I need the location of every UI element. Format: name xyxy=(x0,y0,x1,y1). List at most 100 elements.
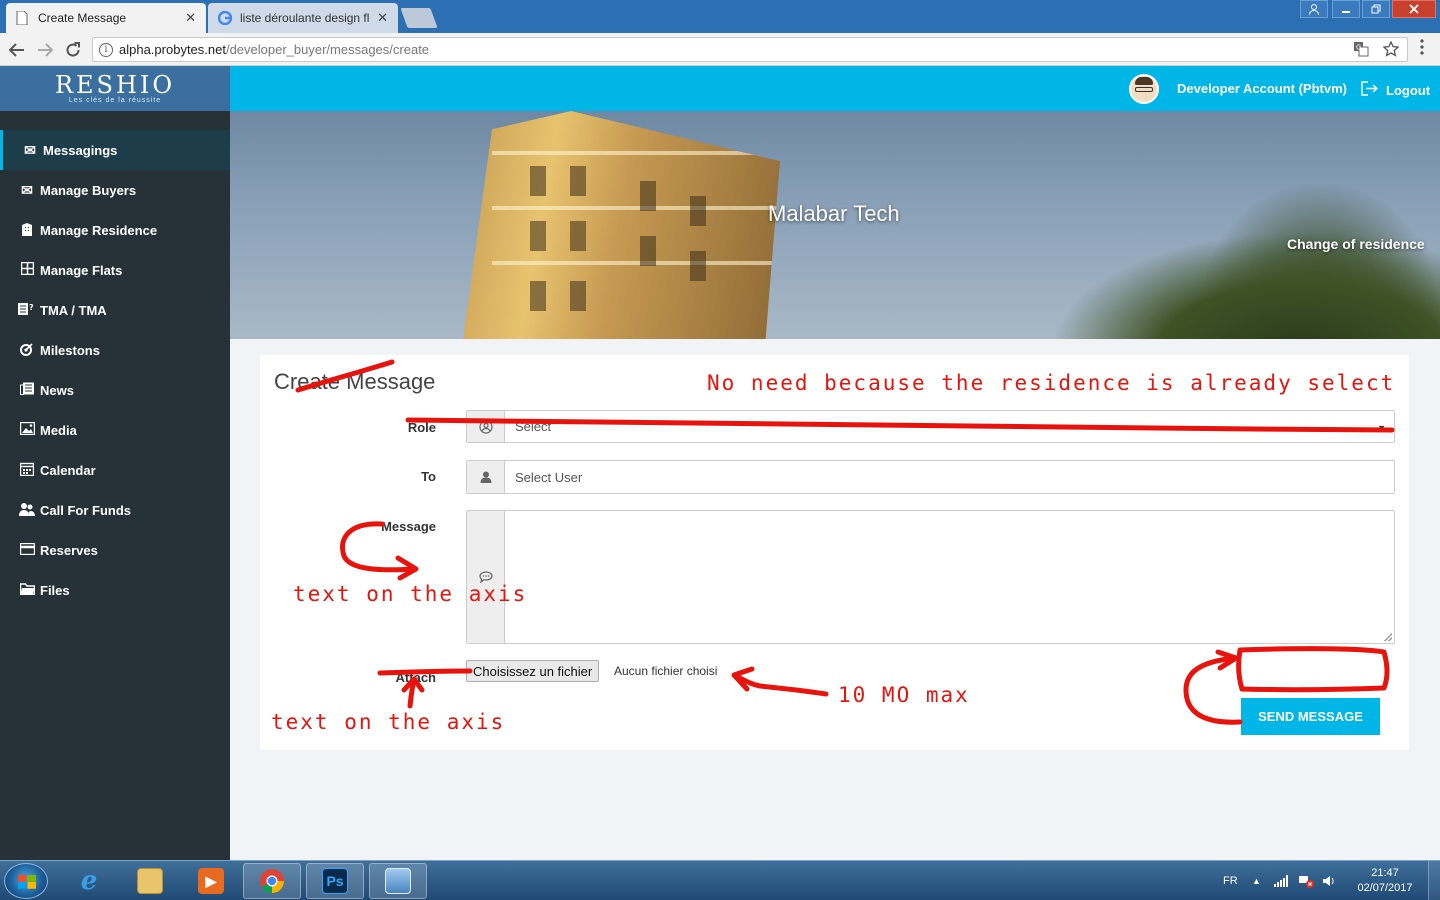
clock-date: 02/07/2017 xyxy=(1357,882,1413,894)
sidebar-item-label: Manage Flats xyxy=(40,262,123,278)
annotation-residence-note: No need because the residence is already… xyxy=(707,371,1396,395)
logout-label: Logout xyxy=(1386,83,1431,98)
role-select[interactable]: Select ▼ xyxy=(466,410,1395,443)
sidebar-item-tma[interactable]: ? TMA / TMA xyxy=(0,290,230,330)
tma-icon: ? xyxy=(18,302,36,319)
envelope-icon: ✉ xyxy=(21,181,33,198)
annotation-message-axis: text on the axis xyxy=(293,582,528,606)
new-tab-button[interactable] xyxy=(400,8,438,28)
browser-tab-google[interactable]: liste déroulante design fl ✕ xyxy=(208,3,398,33)
sidebar-item-news[interactable]: News xyxy=(0,370,230,410)
restore-icon[interactable] xyxy=(1362,0,1390,18)
sidebar-item-manage-flats[interactable]: Manage Flats xyxy=(0,250,230,290)
sidebar-item-call-for-funds[interactable]: Call For Funds xyxy=(0,490,230,530)
image-viewer-icon xyxy=(385,868,411,894)
taskbar-explorer[interactable] xyxy=(121,863,179,899)
browser-tab-strip: Create Message ✕ liste déroulante design… xyxy=(0,0,1440,33)
message-textarea[interactable] xyxy=(466,510,1395,644)
sidebar-item-files[interactable]: Files xyxy=(0,570,230,610)
attach-label: Attach xyxy=(395,670,436,685)
sidebar-item-label: Manage Residence xyxy=(40,222,158,238)
sidebar-item-manage-residence[interactable]: Manage Residence xyxy=(0,210,230,250)
reload-icon[interactable] xyxy=(62,39,84,61)
avatar[interactable] xyxy=(1129,74,1159,104)
show-desktop-button[interactable] xyxy=(1428,861,1440,900)
windows-logo-icon xyxy=(18,875,36,889)
page-title: Create Message xyxy=(274,369,436,394)
bookmark-star-icon[interactable] xyxy=(1382,40,1400,60)
sidebar-item-label: Milestons xyxy=(40,342,100,358)
annotation-file-size: 10 MO max xyxy=(838,683,970,707)
taskbar-media-player[interactable]: ▶ xyxy=(182,863,240,899)
message-label: Message xyxy=(381,519,436,534)
send-message-button[interactable]: SEND MESSAGE xyxy=(1241,698,1380,735)
translate-icon[interactable]: G xyxy=(1353,41,1369,60)
taskbar-ie[interactable]: e xyxy=(60,863,118,899)
url-host: alpha.probytes.net xyxy=(119,42,226,57)
os-taskbar: e ▶ Ps FR ▲ 21:47 02/07/2017 xyxy=(0,860,1440,900)
create-message-card: Create Message Role Select ▼ To Select U… xyxy=(260,355,1409,750)
to-select[interactable]: Select User xyxy=(466,460,1395,494)
taskbar-image-viewer[interactable] xyxy=(369,863,427,899)
show-hidden-icons[interactable]: ▲ xyxy=(1252,861,1261,900)
sidebar-item-reserves[interactable]: Reserves xyxy=(0,530,230,570)
resize-handle[interactable] xyxy=(1384,633,1392,641)
user-icon xyxy=(467,461,505,493)
app-logo[interactable]: RESHIO Les clés de la réussite xyxy=(0,66,230,111)
choose-file-button[interactable]: Choisissez un fichier xyxy=(466,660,600,682)
change-residence-link[interactable]: Change of residence xyxy=(1287,236,1425,252)
logo-text: RESHIO xyxy=(54,71,176,99)
sidebar-item-milestons[interactable]: Milestons xyxy=(0,330,230,370)
volume-icon[interactable] xyxy=(1323,861,1337,900)
role-select-value: Select xyxy=(515,419,552,434)
browser-tab-create-message[interactable]: Create Message ✕ xyxy=(6,3,206,33)
sidebar: RESHIO Les clés de la réussite ✉ Messagi… xyxy=(0,66,230,860)
internet-explorer-icon: e xyxy=(80,866,98,896)
comment-icon xyxy=(467,511,505,643)
logout-link[interactable]: Logout xyxy=(1361,81,1430,100)
address-bar[interactable]: i alpha.probytes.net/developer_buyer/mes… xyxy=(92,37,1408,62)
image-icon xyxy=(18,421,36,438)
role-label: Role xyxy=(407,420,436,435)
sidebar-item-messagings[interactable]: ✉ Messagings xyxy=(0,130,230,170)
tab-close-icon[interactable]: ✕ xyxy=(377,10,388,26)
media-player-icon: ▶ xyxy=(198,868,224,894)
action-center-icon[interactable] xyxy=(1299,861,1314,900)
tab-title: Create Message xyxy=(38,11,127,25)
sidebar-item-label: Manage Buyers xyxy=(40,182,137,198)
info-icon[interactable]: i xyxy=(99,42,113,57)
browser-menu-icon[interactable] xyxy=(1414,39,1430,61)
reserves-icon xyxy=(18,542,36,558)
clock-time: 21:47 xyxy=(1371,867,1399,879)
newspaper-icon xyxy=(18,382,36,398)
logout-icon xyxy=(1361,81,1379,100)
back-arrow-icon[interactable] xyxy=(6,39,28,61)
page-icon xyxy=(16,10,30,26)
file-explorer-icon xyxy=(137,868,163,894)
sidebar-item-label: Messagings xyxy=(43,142,118,158)
tab-title: liste déroulante design fl xyxy=(240,11,370,25)
taskbar-photoshop[interactable]: Ps xyxy=(306,863,364,899)
logo-tagline: Les clés de la réussite xyxy=(68,97,162,104)
milestone-icon xyxy=(18,342,36,359)
chrome-icon xyxy=(259,868,285,894)
sidebar-item-media[interactable]: Media xyxy=(0,410,230,450)
sidebar-item-label: Reserves xyxy=(40,542,98,558)
tab-close-icon[interactable]: ✕ xyxy=(185,10,196,26)
annotation-attach-axis: text on the axis xyxy=(271,710,506,734)
clock[interactable]: 21:47 02/07/2017 xyxy=(1350,866,1420,896)
account-name[interactable]: Developer Account (Pbtvm) xyxy=(1177,81,1347,96)
sidebar-item-label: News xyxy=(40,382,74,398)
language-indicator[interactable]: FR xyxy=(1223,861,1238,900)
close-window-icon[interactable] xyxy=(1392,0,1436,18)
sidebar-item-manage-buyers[interactable]: ✉ Manage Buyers xyxy=(0,170,230,210)
to-label: To xyxy=(421,469,436,484)
taskbar-chrome[interactable] xyxy=(243,863,301,899)
network-icon[interactable] xyxy=(1274,861,1288,900)
start-button[interactable] xyxy=(4,863,48,899)
forward-arrow-icon[interactable] xyxy=(34,39,56,61)
sidebar-item-calendar[interactable]: Calendar xyxy=(0,450,230,490)
profile-icon[interactable] xyxy=(1300,0,1328,18)
minimize-icon[interactable] xyxy=(1332,0,1360,18)
sidebar-item-label: Media xyxy=(40,422,77,438)
